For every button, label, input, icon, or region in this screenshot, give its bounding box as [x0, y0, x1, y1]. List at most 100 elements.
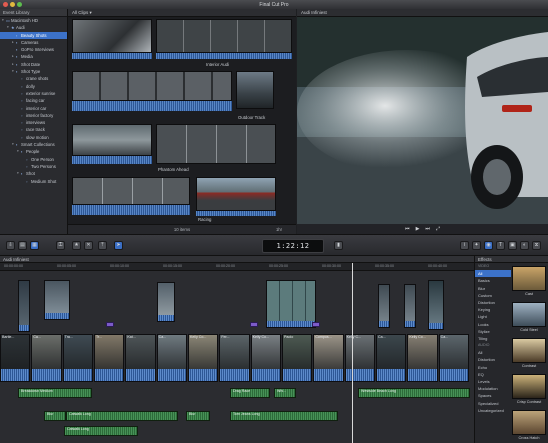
- inspector-button[interactable]: i: [460, 241, 469, 250]
- clip-thumbnail[interactable]: [236, 71, 274, 109]
- storyline-clip[interactable]: Fer...: [219, 334, 250, 382]
- effects-category[interactable]: Custom: [475, 292, 511, 299]
- library-item[interactable]: ▸ ▪ Shot Date: [0, 61, 67, 68]
- connected-clip[interactable]: [428, 280, 444, 330]
- playhead[interactable]: [352, 263, 353, 443]
- library-item[interactable]: ▫ One Person: [0, 156, 67, 163]
- music-clip[interactable]: Catwalk Long: [64, 426, 138, 436]
- library-item[interactable]: ▫ crane shots: [0, 75, 67, 82]
- music-clip[interactable]: Drag Race: [230, 388, 270, 398]
- reject-button[interactable]: ✕: [84, 241, 93, 250]
- title-marker[interactable]: [106, 322, 114, 327]
- title-marker[interactable]: [312, 322, 320, 327]
- connected-clip[interactable]: [404, 284, 416, 328]
- music-clip[interactable]: Blur: [186, 411, 210, 421]
- clip-thumbnail[interactable]: [72, 71, 232, 101]
- library-item[interactable]: ▾ ▪ Smart Collections: [0, 141, 67, 148]
- effects-category[interactable]: All: [475, 349, 511, 356]
- theme-browser-button[interactable]: ◐: [520, 241, 529, 250]
- clip-thumbnail[interactable]: [156, 19, 292, 53]
- effects-category[interactable]: Keying: [475, 306, 511, 313]
- storyline-clip[interactable]: Kat...: [125, 334, 156, 382]
- select-tool-button[interactable]: ➤: [114, 241, 123, 250]
- effects-category[interactable]: Stylize: [475, 328, 511, 335]
- effect-preview[interactable]: [512, 266, 546, 291]
- photo-browser-button[interactable]: ◉: [484, 241, 493, 250]
- music-clip[interactable]: Westside Beach Long: [358, 388, 470, 398]
- play-icon[interactable]: ▶: [416, 226, 420, 232]
- storyline-clip[interactable]: Kelly Co...: [188, 334, 219, 382]
- library-item[interactable]: ▫ interior car: [0, 105, 67, 112]
- library-item[interactable]: ▫ Two Persons: [0, 163, 67, 170]
- library-item[interactable]: ▫ exterior sunrise: [0, 90, 67, 97]
- connected-clip[interactable]: [266, 280, 316, 328]
- effects-category[interactable]: All: [475, 270, 511, 278]
- effects-category[interactable]: Spaces: [475, 392, 511, 399]
- storyline-clip[interactable]: Compos...: [313, 334, 344, 382]
- storyline-clip[interactable]: Ca...: [156, 334, 187, 382]
- effects-category[interactable]: Basics: [475, 277, 511, 284]
- import-media-button[interactable]: ⇩: [6, 241, 15, 250]
- connected-clip[interactable]: [44, 280, 70, 320]
- effect-preview[interactable]: [512, 410, 546, 435]
- effect-preview[interactable]: [512, 302, 546, 327]
- music-clip[interactable]: Whi...: [274, 388, 296, 398]
- previous-frame-icon[interactable]: ⏮: [405, 226, 410, 232]
- connected-clip[interactable]: [18, 280, 30, 332]
- library-item[interactable]: ▾ ▪ People: [0, 148, 67, 155]
- zoom-window-button[interactable]: [17, 2, 22, 7]
- effects-category[interactable]: Distortion: [475, 299, 511, 306]
- transition-browser-button[interactable]: ⧖: [532, 241, 541, 250]
- clip-thumbnail[interactable]: [72, 19, 152, 53]
- storyline-clip[interactable]: Bartle...: [0, 334, 31, 382]
- effects-category[interactable]: Distortion: [475, 356, 511, 363]
- connected-clip[interactable]: [378, 284, 390, 328]
- effects-category[interactable]: Levels: [475, 378, 511, 385]
- fullscreen-icon[interactable]: ⤢: [436, 226, 440, 232]
- storyline-clip[interactable]: Tr...: [94, 334, 125, 382]
- title-marker[interactable]: [250, 322, 258, 327]
- library-item[interactable]: ▾ ▪ Shot Type: [0, 68, 67, 75]
- library-item[interactable]: ▫ Medium Shot: [0, 178, 67, 185]
- dashboard-timecode[interactable]: 1:22:12: [262, 239, 324, 253]
- storyline-clip[interactable]: Paolo: [282, 334, 313, 382]
- favorite-button[interactable]: ★: [72, 241, 81, 250]
- next-frame-icon[interactable]: ⏭: [425, 226, 430, 232]
- storyline-clip[interactable]: Tra...: [62, 334, 93, 382]
- clip-zoom-control[interactable]: 1hr: [276, 227, 282, 232]
- library-item[interactable]: ▫ race track: [0, 126, 67, 133]
- connect-clip-button[interactable]: ⤒: [98, 241, 107, 250]
- title-browser-button[interactable]: T: [496, 241, 505, 250]
- music-clip[interactable]: Catwalk Long: [66, 411, 178, 421]
- show-library-button[interactable]: ▤: [18, 241, 27, 250]
- effects-category[interactable]: Modulation: [475, 385, 511, 392]
- library-item[interactable]: ▾ ★ Audi: [0, 24, 67, 31]
- effects-category[interactable]: Looks: [475, 321, 511, 328]
- storyline-clip[interactable]: Kelly Co...: [250, 334, 281, 382]
- generator-browser-button[interactable]: ▣: [508, 241, 517, 250]
- viewer-video-frame[interactable]: [297, 17, 548, 224]
- effects-category[interactable]: Blur: [475, 285, 511, 292]
- library-item[interactable]: ▪ Beauty Shots: [0, 31, 67, 39]
- storyline-clip[interactable]: Ca...: [438, 334, 469, 382]
- minimize-window-button[interactable]: [10, 2, 15, 7]
- clip-thumbnail[interactable]: [72, 124, 152, 156]
- storyline-clip[interactable]: Ca...: [376, 334, 407, 382]
- storyline-clip[interactable]: Ca...: [31, 334, 62, 382]
- library-item[interactable]: ▸ ▪ Cameras: [0, 39, 67, 46]
- music-clip[interactable]: Blur: [44, 411, 66, 421]
- music-clip[interactable]: Torn Jeans Long: [230, 411, 338, 421]
- view-mode-button[interactable]: ▦: [30, 241, 39, 250]
- clip-filter-menu[interactable]: All Clips ▾: [68, 9, 296, 17]
- effects-category[interactable]: Tiling: [475, 335, 511, 342]
- library-item[interactable]: ▫ dolly: [0, 83, 67, 90]
- effect-preview[interactable]: [512, 374, 546, 399]
- clip-thumbnail[interactable]: [196, 177, 276, 211]
- effects-category[interactable]: EQ: [475, 371, 511, 378]
- storyline-clip[interactable]: Kelly C...: [344, 334, 375, 382]
- clip-thumbnail[interactable]: [72, 177, 190, 205]
- library-item[interactable]: ▾ ▪ Shot: [0, 170, 67, 177]
- effects-category[interactable]: Echo: [475, 364, 511, 371]
- clip-thumbnail[interactable]: [156, 124, 276, 164]
- audio-meter-button[interactable]: ▮: [334, 241, 343, 250]
